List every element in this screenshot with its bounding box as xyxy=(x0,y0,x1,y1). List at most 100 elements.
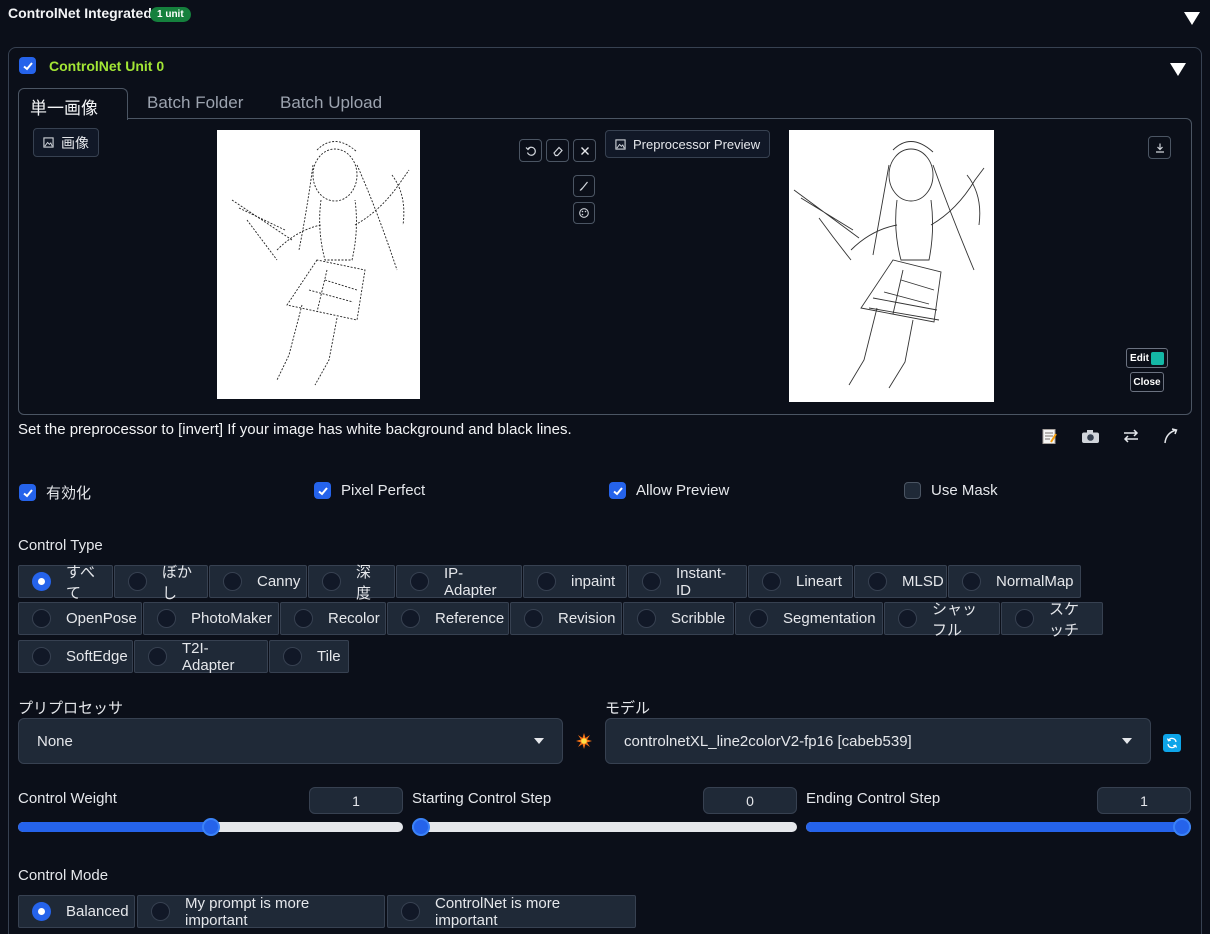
control-type-option[interactable]: Lineart xyxy=(748,565,853,598)
close-button[interactable]: Close xyxy=(1130,372,1164,392)
control-weight-label: Control Weight xyxy=(18,790,117,807)
collapse-accordion-icon[interactable] xyxy=(1184,12,1200,25)
control-type-option-label: スケッチ xyxy=(1049,600,1080,639)
preprocessor-dropdown[interactable]: None xyxy=(18,718,563,764)
radio-icon xyxy=(401,902,420,921)
control-type-option-label: MLSD xyxy=(902,573,944,590)
control-weight-input[interactable]: 1 xyxy=(309,787,403,814)
control-type-option[interactable]: OpenPose xyxy=(18,602,142,635)
rotate-icon[interactable] xyxy=(519,139,542,162)
unit-title[interactable]: ControlNet Unit 0 xyxy=(49,58,164,74)
preview-drawing xyxy=(793,141,985,389)
slider-thumb[interactable] xyxy=(202,818,220,836)
radio-icon xyxy=(962,572,981,591)
allow-preview-checkbox[interactable] xyxy=(609,482,626,499)
control-type-option-label: T2I-Adapter xyxy=(182,639,235,674)
eraser-icon[interactable] xyxy=(546,139,569,162)
control-type-option[interactable]: inpaint xyxy=(523,565,627,598)
ending-step-slider[interactable] xyxy=(806,818,1191,836)
control-type-option[interactable]: Reference xyxy=(387,602,509,635)
control-type-option[interactable]: シャッフル xyxy=(884,601,1000,639)
refresh-models-icon[interactable] xyxy=(1163,734,1181,752)
unit-enable-checkbox[interactable] xyxy=(19,57,36,74)
control-type-option[interactable]: Revision xyxy=(510,602,622,635)
control-type-option-label: Canny xyxy=(257,573,301,590)
control-mode-option[interactable]: ControlNet is more important xyxy=(387,894,636,929)
control-type-option-label: ぼかし xyxy=(162,563,193,602)
control-type-option[interactable]: ぼかし xyxy=(114,564,208,602)
notepad-icon[interactable] xyxy=(1038,426,1060,446)
palette-icon[interactable] xyxy=(573,202,595,224)
send-dimensions-icon[interactable] xyxy=(1160,426,1182,446)
ending-step-input[interactable]: 1 xyxy=(1097,787,1191,814)
swap-icon[interactable] xyxy=(1120,426,1142,446)
control-mode-option-label: ControlNet is more important xyxy=(435,894,561,929)
slider-fill xyxy=(18,822,211,832)
control-type-option[interactable]: Recolor xyxy=(280,602,386,635)
allow-preview-option[interactable]: Allow Preview xyxy=(609,482,729,499)
radio-selected-icon xyxy=(32,902,51,921)
camera-icon[interactable] xyxy=(1079,426,1101,446)
control-type-option[interactable]: Tile xyxy=(269,640,349,673)
use-mask-label: Use Mask xyxy=(931,482,998,499)
control-type-option[interactable]: MLSD xyxy=(854,565,947,598)
edit-button[interactable]: Edit xyxy=(1126,348,1168,368)
starting-step-input[interactable]: 0 xyxy=(703,787,797,814)
control-type-option[interactable]: Canny xyxy=(209,565,307,598)
control-type-option-label: Recolor xyxy=(328,610,380,627)
control-type-option[interactable]: Instant-ID xyxy=(628,565,747,599)
use-mask-option[interactable]: Use Mask xyxy=(904,482,998,499)
model-label: モデル xyxy=(605,700,651,717)
pixel-perfect-option[interactable]: Pixel Perfect xyxy=(314,482,425,499)
control-type-option[interactable]: スケッチ xyxy=(1001,601,1103,639)
control-mode-option[interactable]: Balanced xyxy=(18,895,135,928)
tab-batch-folder[interactable]: Batch Folder xyxy=(136,88,254,120)
control-type-option-label: PhotoMaker xyxy=(191,610,272,627)
radio-icon xyxy=(283,647,302,666)
enable-checkbox[interactable] xyxy=(19,484,36,501)
control-type-option-label: 深度 xyxy=(356,563,372,602)
close-icon[interactable] xyxy=(573,139,596,162)
brush-icon[interactable] xyxy=(573,175,595,197)
control-type-option[interactable]: 深度 xyxy=(308,564,395,602)
run-preprocessor-icon[interactable] xyxy=(576,733,592,749)
chevron-down-icon xyxy=(1122,738,1132,744)
image-icon xyxy=(615,138,626,150)
control-type-option[interactable]: NormalMap xyxy=(948,565,1081,598)
use-mask-checkbox[interactable] xyxy=(904,482,921,499)
control-type-option[interactable]: SoftEdge xyxy=(18,640,133,673)
control-type-option[interactable]: PhotoMaker xyxy=(143,602,279,635)
edit-button-label: Edit xyxy=(1130,352,1149,364)
model-dropdown[interactable]: controlnetXL_line2colorV2-fp16 [cabeb539… xyxy=(605,718,1151,764)
control-type-option-label: Scribble xyxy=(671,610,726,627)
preview-label: Preprocessor Preview xyxy=(605,130,771,158)
pixel-perfect-checkbox[interactable] xyxy=(314,482,331,499)
radio-icon xyxy=(294,609,313,628)
starting-step-slider[interactable] xyxy=(412,818,797,836)
control-type-option[interactable]: IP-Adapter xyxy=(396,565,522,599)
radio-icon xyxy=(749,609,768,628)
tab-single-image[interactable]: 単一画像 xyxy=(18,88,128,120)
download-icon[interactable] xyxy=(1148,136,1171,159)
collapse-unit-icon[interactable] xyxy=(1170,63,1186,76)
radio-icon xyxy=(148,647,167,666)
radio-icon xyxy=(537,572,556,591)
radio-icon xyxy=(637,609,656,628)
slider-thumb[interactable] xyxy=(412,818,430,836)
input-image[interactable] xyxy=(217,130,420,399)
control-weight-slider[interactable] xyxy=(18,818,403,836)
control-type-option-label: inpaint xyxy=(571,573,616,590)
pixel-perfect-label: Pixel Perfect xyxy=(341,482,426,499)
tab-batch-upload[interactable]: Batch Upload xyxy=(269,88,393,120)
slider-thumb[interactable] xyxy=(1173,818,1191,836)
accordion-title[interactable]: ControlNet Integrated xyxy=(8,5,152,21)
control-type-option[interactable]: T2I-Adapter xyxy=(134,639,268,674)
control-type-option[interactable]: すべて xyxy=(18,564,113,602)
control-type-option[interactable]: Scribble xyxy=(623,602,734,635)
radio-icon xyxy=(322,572,341,591)
enable-option[interactable]: 有効化 xyxy=(19,482,91,503)
control-type-option[interactable]: Segmentation xyxy=(735,602,883,635)
control-mode-option[interactable]: My prompt is more important xyxy=(137,895,385,929)
control-mode-label: Control Mode xyxy=(18,867,109,884)
input-image-label-text: 画像 xyxy=(61,134,89,151)
